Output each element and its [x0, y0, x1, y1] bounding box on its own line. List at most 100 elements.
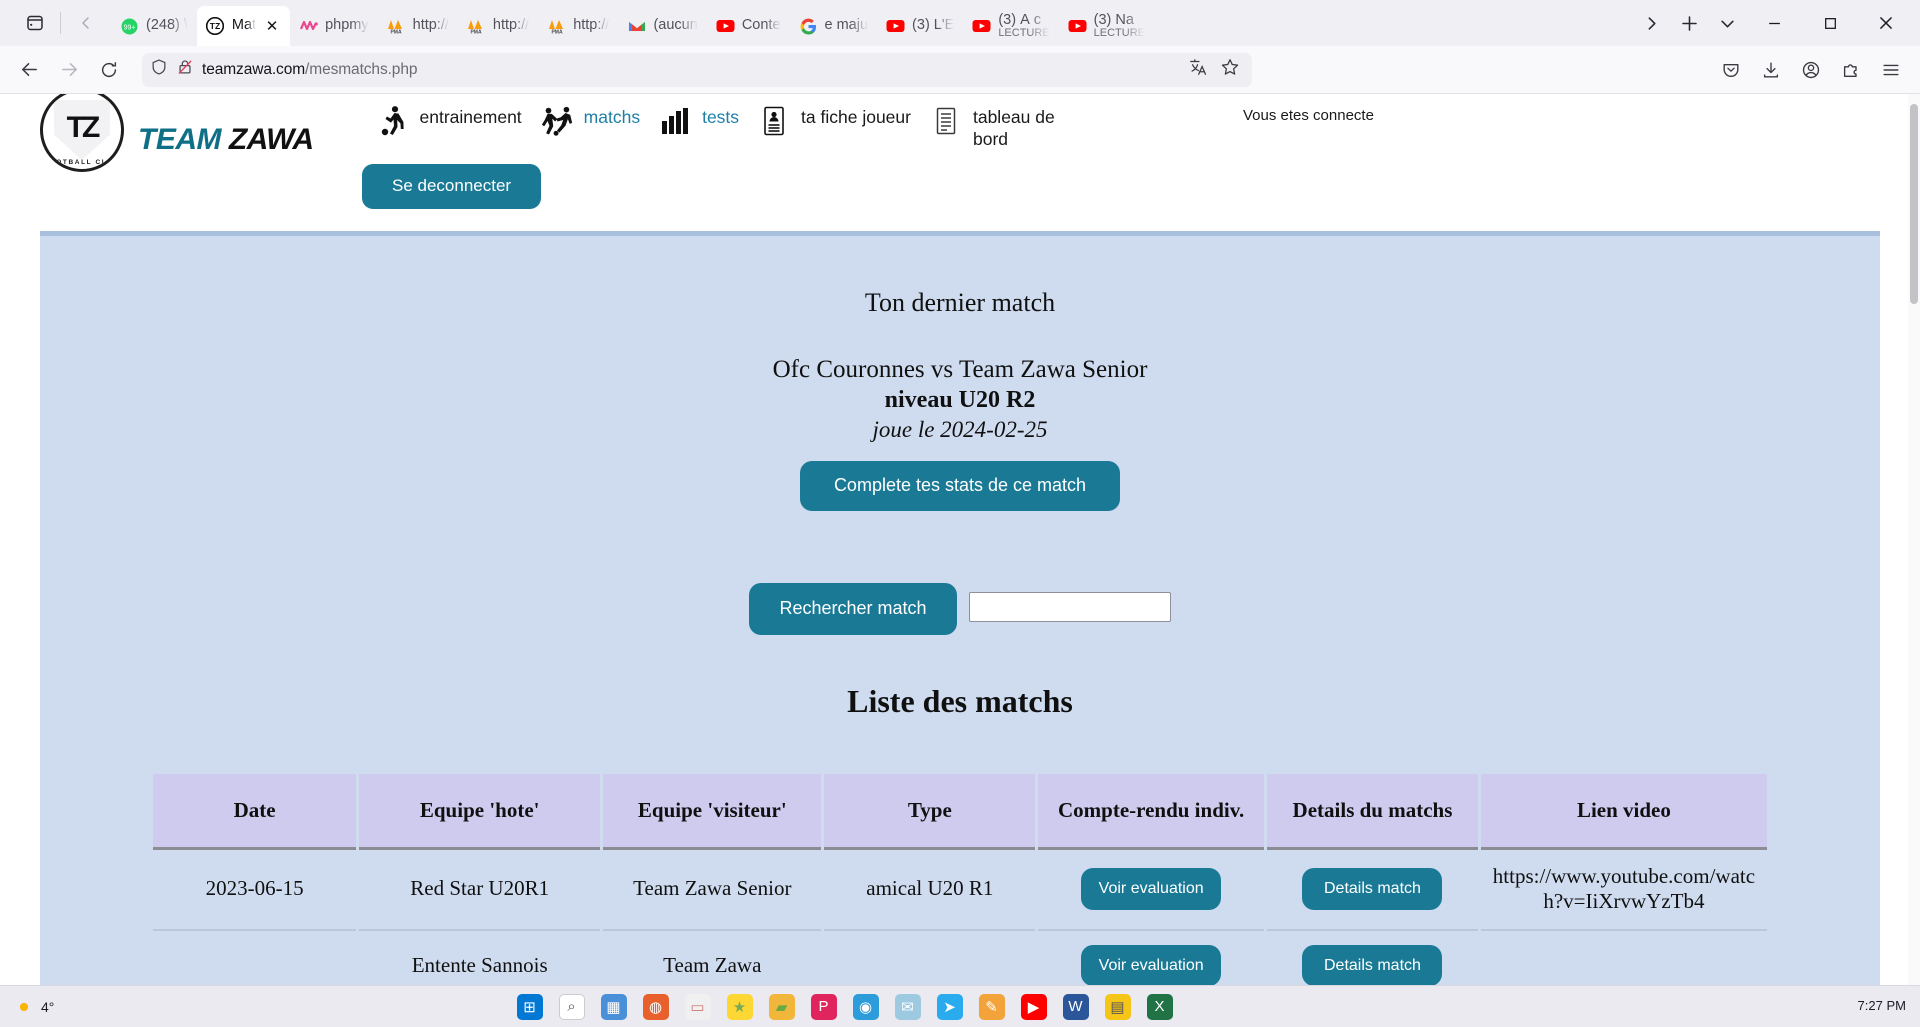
matches-table: Date Equipe 'hote' Equipe 'visiteur' Typ…	[150, 773, 1770, 1003]
edge-icon[interactable]: ◉	[852, 993, 879, 1020]
nav-item-fiche-joueur[interactable]: ta fiche joueur	[757, 104, 929, 138]
window-controls	[1746, 0, 1914, 46]
tab-item[interactable]: phpmy	[290, 6, 378, 46]
nav-item-tests[interactable]: tests	[658, 104, 757, 138]
column-header-video: Lien video	[1480, 773, 1767, 850]
search-icon[interactable]: ⌕	[558, 993, 585, 1020]
weather-widget[interactable]: 4°	[14, 997, 174, 1017]
tab-list-dropdown-icon[interactable]	[1708, 6, 1746, 40]
tab-item[interactable]: PMA http://	[378, 6, 458, 46]
close-icon[interactable]: ✕	[263, 17, 281, 35]
mail-icon[interactable]: ✉	[894, 993, 921, 1020]
club-crest-icon: TZ FOOTBALL CLUB	[40, 94, 124, 172]
content-panel: Ton dernier match Ofc Couronnes vs Team …	[40, 230, 1880, 1003]
google-icon	[799, 17, 818, 36]
maximize-icon[interactable]	[1802, 0, 1858, 46]
minimize-icon[interactable]	[1746, 0, 1802, 46]
page-viewport: TZ FOOTBALL CLUB TEAM ZAWA entrainement …	[0, 94, 1920, 1027]
tabs-scroll-left-icon[interactable]	[67, 6, 105, 40]
site-logo[interactable]: TZ FOOTBALL CLUB TEAM ZAWA	[40, 94, 314, 172]
youtube-icon[interactable]: ▶	[1020, 993, 1047, 1020]
whatsapp-icon: 99+	[120, 17, 139, 36]
last-match-heading: Ton dernier match	[864, 287, 1056, 317]
nav-label: tableau de bord	[972, 107, 1055, 149]
tab-item[interactable]: PMA http://	[458, 6, 538, 46]
page-content: TZ FOOTBALL CLUB TEAM ZAWA entrainement …	[0, 94, 1920, 1003]
scrollbar-thumb[interactable]	[1910, 104, 1918, 304]
pma-icon: PMA	[547, 17, 566, 36]
svg-text:PMA: PMA	[551, 29, 563, 34]
nav-item-entrainement[interactable]: entrainement	[376, 104, 540, 138]
search-match-button[interactable]: Rechercher match	[749, 582, 957, 635]
pinterest-icon[interactable]: P	[810, 993, 837, 1020]
notes-icon[interactable]: ▤	[1104, 993, 1131, 1020]
toolbar-right-actions	[1712, 53, 1910, 87]
shield-icon[interactable]	[150, 58, 168, 81]
folder-icon[interactable]: ▰	[768, 993, 795, 1020]
tab-item[interactable]: (3) L'E	[877, 6, 963, 46]
tab-subtitle: LECTURE	[998, 26, 1050, 39]
cell-date: 2023-06-15	[153, 850, 357, 931]
tab-item[interactable]: Conte	[707, 6, 790, 46]
widgets-icon[interactable]: ▦	[600, 993, 627, 1020]
word-icon[interactable]: W	[1062, 993, 1089, 1020]
cell-video-link[interactable]: https://www.youtube.com/watch?v=IiXrvwYz…	[1480, 850, 1767, 931]
excel-icon[interactable]: X	[1146, 993, 1173, 1020]
new-tab-icon[interactable]	[1670, 6, 1708, 40]
chat-icon[interactable]: ◍	[642, 993, 669, 1020]
back-arrow-icon[interactable]	[10, 53, 48, 87]
cell-type: amical U20 R1	[824, 850, 1036, 931]
pencil-icon[interactable]: ✎	[978, 993, 1005, 1020]
store-icon[interactable]: ★	[726, 993, 753, 1020]
lock-crossed-icon[interactable]	[176, 58, 194, 81]
explorer-icon[interactable]: ▭	[684, 993, 711, 1020]
pocket-icon[interactable]	[1712, 53, 1750, 87]
details-match-button[interactable]: Details match	[1302, 944, 1443, 987]
tab-item[interactable]: PMA http://	[538, 6, 618, 46]
voir-evaluation-button[interactable]: Voir evaluation	[1081, 868, 1222, 910]
address-bar[interactable]: teamzawa.com/mesmatchs.php	[142, 52, 1252, 87]
details-match-button[interactable]: Details match	[1302, 868, 1443, 910]
vertical-tabs-icon[interactable]	[16, 6, 54, 40]
tab-item-active[interactable]: TZ Mat ✕	[196, 6, 291, 46]
vertical-scrollbar[interactable]	[1908, 94, 1920, 1027]
tab-title: phpmy	[325, 18, 369, 34]
translate-icon[interactable]	[1188, 57, 1208, 82]
voir-evaluation-button[interactable]: Voir evaluation	[1081, 944, 1222, 987]
start-icon[interactable]: ⊞	[516, 993, 543, 1020]
tab-item[interactable]: (3) À c LECTURE	[963, 6, 1058, 46]
telegram-icon[interactable]: ➤	[936, 993, 963, 1020]
teamzawa-icon: TZ	[206, 17, 225, 36]
tab-item[interactable]: e maju	[790, 6, 878, 46]
nav-item-tableau-de-bord[interactable]: tableau de bord	[929, 104, 1109, 151]
complete-stats-button[interactable]: Complete tes stats de ce match	[799, 460, 1121, 511]
tab-list: 99+ (248) \ TZ Mat ✕ phpmy PMA http:// P…	[111, 0, 1628, 46]
taskbar-clock[interactable]: 7:27 PM	[1858, 998, 1906, 1014]
pma-icon: PMA	[387, 17, 406, 36]
tab-title: (248) \	[146, 18, 188, 34]
cell-compte-rendu: Voir evaluation	[1038, 850, 1265, 931]
hamburger-menu-icon[interactable]	[1872, 53, 1910, 87]
svg-text:99+: 99+	[124, 24, 136, 31]
nav-item-matchs[interactable]: matchs	[540, 104, 658, 138]
reload-icon[interactable]	[90, 53, 128, 87]
download-icon[interactable]	[1752, 53, 1790, 87]
pma-icon: PMA	[467, 17, 486, 36]
extensions-icon[interactable]	[1832, 53, 1870, 87]
cell-away-team: Team Zawa Senior	[603, 850, 822, 931]
brand-title: TEAM ZAWA	[138, 123, 314, 156]
search-row: Rechercher match	[40, 582, 1880, 635]
star-icon[interactable]	[1220, 57, 1240, 82]
tab-item[interactable]: 99+ (248) \	[111, 6, 197, 46]
logo-monogram: TZ	[66, 111, 101, 144]
tabs-scroll-right-icon[interactable]	[1632, 6, 1670, 40]
account-icon[interactable]	[1792, 53, 1830, 87]
forward-arrow-icon[interactable]	[50, 53, 88, 87]
main-navigation: entrainement matchs tests ta fiche joueu…	[376, 94, 1109, 151]
close-icon[interactable]	[1858, 0, 1914, 46]
tab-item[interactable]: (3) Na LECTURE	[1059, 6, 1154, 46]
tab-title: http://	[573, 18, 610, 34]
search-input[interactable]	[968, 591, 1171, 622]
tab-item[interactable]: (aucun	[618, 6, 706, 46]
tab-title: http://	[412, 18, 449, 34]
